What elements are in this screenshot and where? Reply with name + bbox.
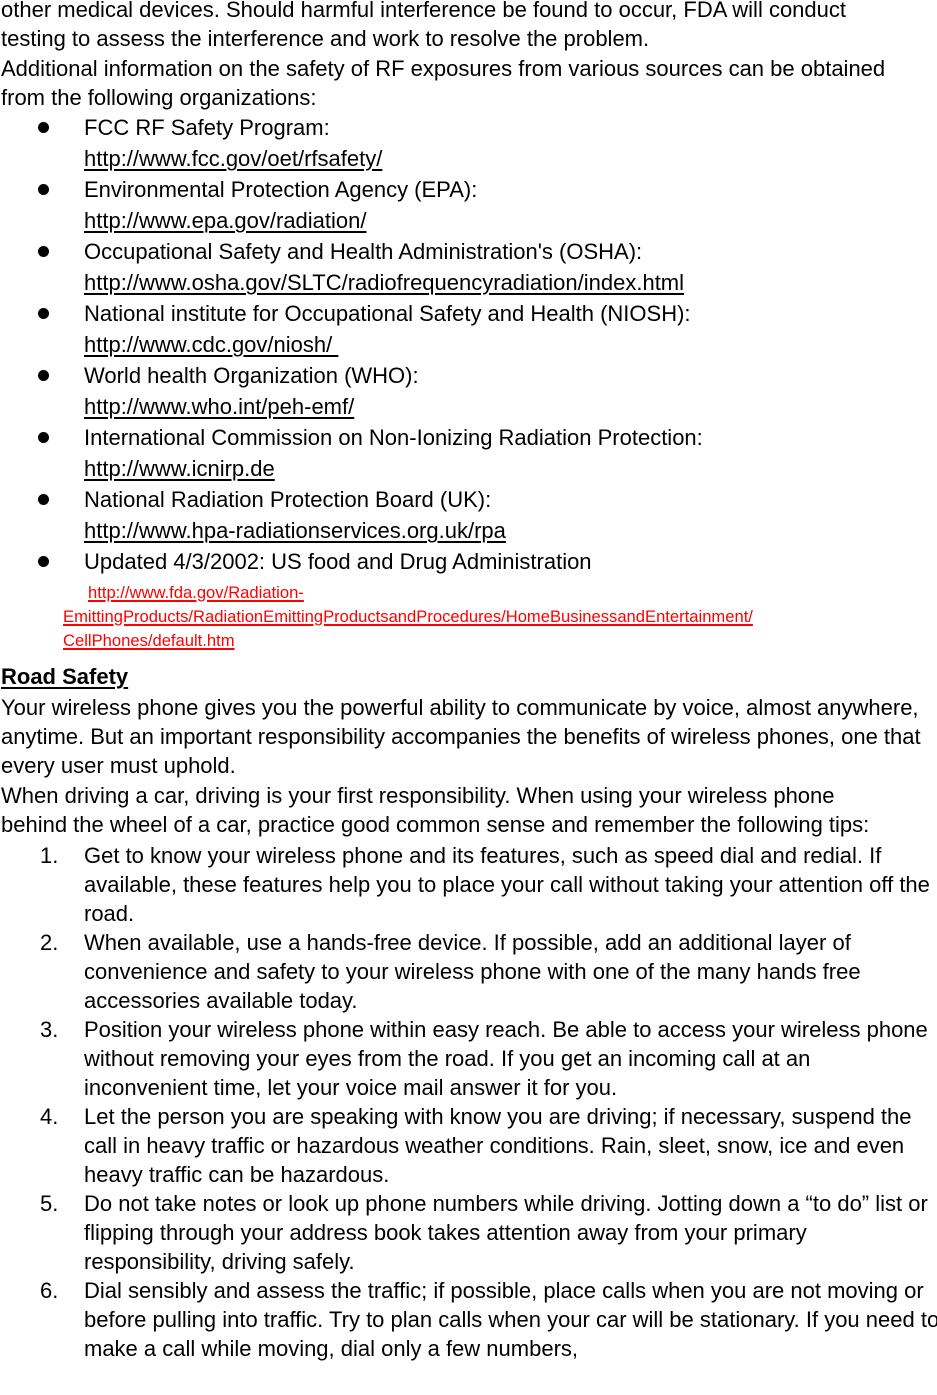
organizations-list: FCC RF Safety Program: http://www.fcc.go…: [0, 112, 937, 653]
fda-link-line-1: http://www.fda.gov/Radiation-: [88, 583, 304, 602]
organization-name: National Radiation Protection Board (UK)…: [84, 487, 492, 512]
road-safety-tips-list: 1. Get to know your wireless phone and i…: [0, 841, 937, 1363]
bullet-icon: [38, 184, 49, 195]
fda-link-line-2: EmittingProducts/RadiationEmittingProduc…: [63, 607, 753, 626]
tip-text: Get to know your wireless phone and its …: [84, 843, 930, 926]
list-item: 6. Dial sensibly and assess the traffic;…: [0, 1276, 937, 1363]
bullet-icon: [38, 370, 49, 381]
intro-paragraph-1: other medical devices. Should harmful in…: [1, 0, 847, 51]
list-item: National Radiation Protection Board (UK)…: [0, 484, 937, 546]
list-number: 3.: [40, 1017, 59, 1042]
list-item: World health Organization (WHO): http://…: [0, 360, 937, 422]
organization-link[interactable]: http://www.osha.gov/SLTC/radiofrequencyr…: [84, 267, 937, 298]
list-item: 5. Do not take notes or look up phone nu…: [0, 1189, 937, 1276]
tip-text: Position your wireless phone within easy…: [84, 1017, 928, 1100]
list-item: National institute for Occupational Safe…: [0, 298, 937, 360]
organization-name: Environmental Protection Agency (EPA):: [84, 177, 478, 202]
organization-name: International Commission on Non-Ionizing…: [84, 425, 703, 450]
list-number: 2.: [40, 930, 59, 955]
list-item: Environmental Protection Agency (EPA): h…: [0, 174, 937, 236]
organization-link[interactable]: http://www.icnirp.de: [84, 453, 937, 484]
organization-name: Occupational Safety and Health Administr…: [84, 239, 643, 264]
organization-link[interactable]: http://www.hpa-radiationservices.org.uk/…: [84, 515, 937, 546]
bullet-icon: [38, 122, 49, 133]
list-item: 3. Position your wireless phone within e…: [0, 1015, 937, 1102]
organization-name: World health Organization (WHO):: [84, 363, 419, 388]
list-item: 2. When available, use a hands-free devi…: [0, 928, 937, 1015]
tip-text: Let the person you are speaking with kno…: [84, 1104, 912, 1187]
list-number: 6.: [40, 1278, 59, 1303]
bullet-icon: [38, 494, 49, 505]
organization-name: FCC RF Safety Program:: [84, 115, 330, 140]
bullet-icon: [38, 246, 49, 257]
bullet-icon: [38, 432, 49, 443]
organization-link[interactable]: http://www.cdc.gov/niosh/: [84, 329, 937, 360]
road-safety-paragraph-1: Your wireless phone gives you the powerf…: [1, 695, 921, 778]
organization-name: National institute for Occupational Safe…: [84, 301, 691, 326]
document-page: other medical devices. Should harmful in…: [0, 0, 937, 1363]
list-number: 4.: [40, 1104, 59, 1129]
list-item: 1. Get to know your wireless phone and i…: [0, 841, 937, 928]
fda-link[interactable]: http://www.fda.gov/Radiation- EmittingPr…: [63, 581, 933, 653]
list-item: Updated 4/3/2002: US food and Drug Admin…: [0, 546, 937, 653]
section-heading-road-safety: Road Safety: [1, 664, 129, 689]
list-item: FCC RF Safety Program: http://www.fcc.go…: [0, 112, 937, 174]
tip-text: When available, use a hands-free device.…: [84, 930, 861, 1013]
fda-link-line-3: CellPhones/default.htm: [63, 631, 235, 650]
bullet-icon: [38, 308, 49, 319]
organization-link[interactable]: http://www.epa.gov/radiation/: [84, 205, 937, 236]
intro-paragraph-2: Additional information on the safety of …: [1, 56, 886, 110]
tip-text: Dial sensibly and assess the traffic; if…: [84, 1278, 937, 1361]
organization-name: Updated 4/3/2002: US food and Drug Admin…: [84, 549, 592, 574]
organization-link[interactable]: http://www.fcc.gov/oet/rfsafety/: [84, 143, 937, 174]
organization-link[interactable]: http://www.who.int/peh-emf/: [84, 391, 937, 422]
bullet-icon: [38, 556, 49, 567]
tip-text: Do not take notes or look up phone numbe…: [84, 1191, 928, 1274]
list-item: 4. Let the person you are speaking with …: [0, 1102, 937, 1189]
list-number: 5.: [40, 1191, 59, 1216]
list-item: Occupational Safety and Health Administr…: [0, 236, 937, 298]
list-number: 1.: [40, 843, 59, 868]
road-safety-paragraph-2: When driving a car, driving is your firs…: [1, 783, 870, 837]
list-item: International Commission on Non-Ionizing…: [0, 422, 937, 484]
